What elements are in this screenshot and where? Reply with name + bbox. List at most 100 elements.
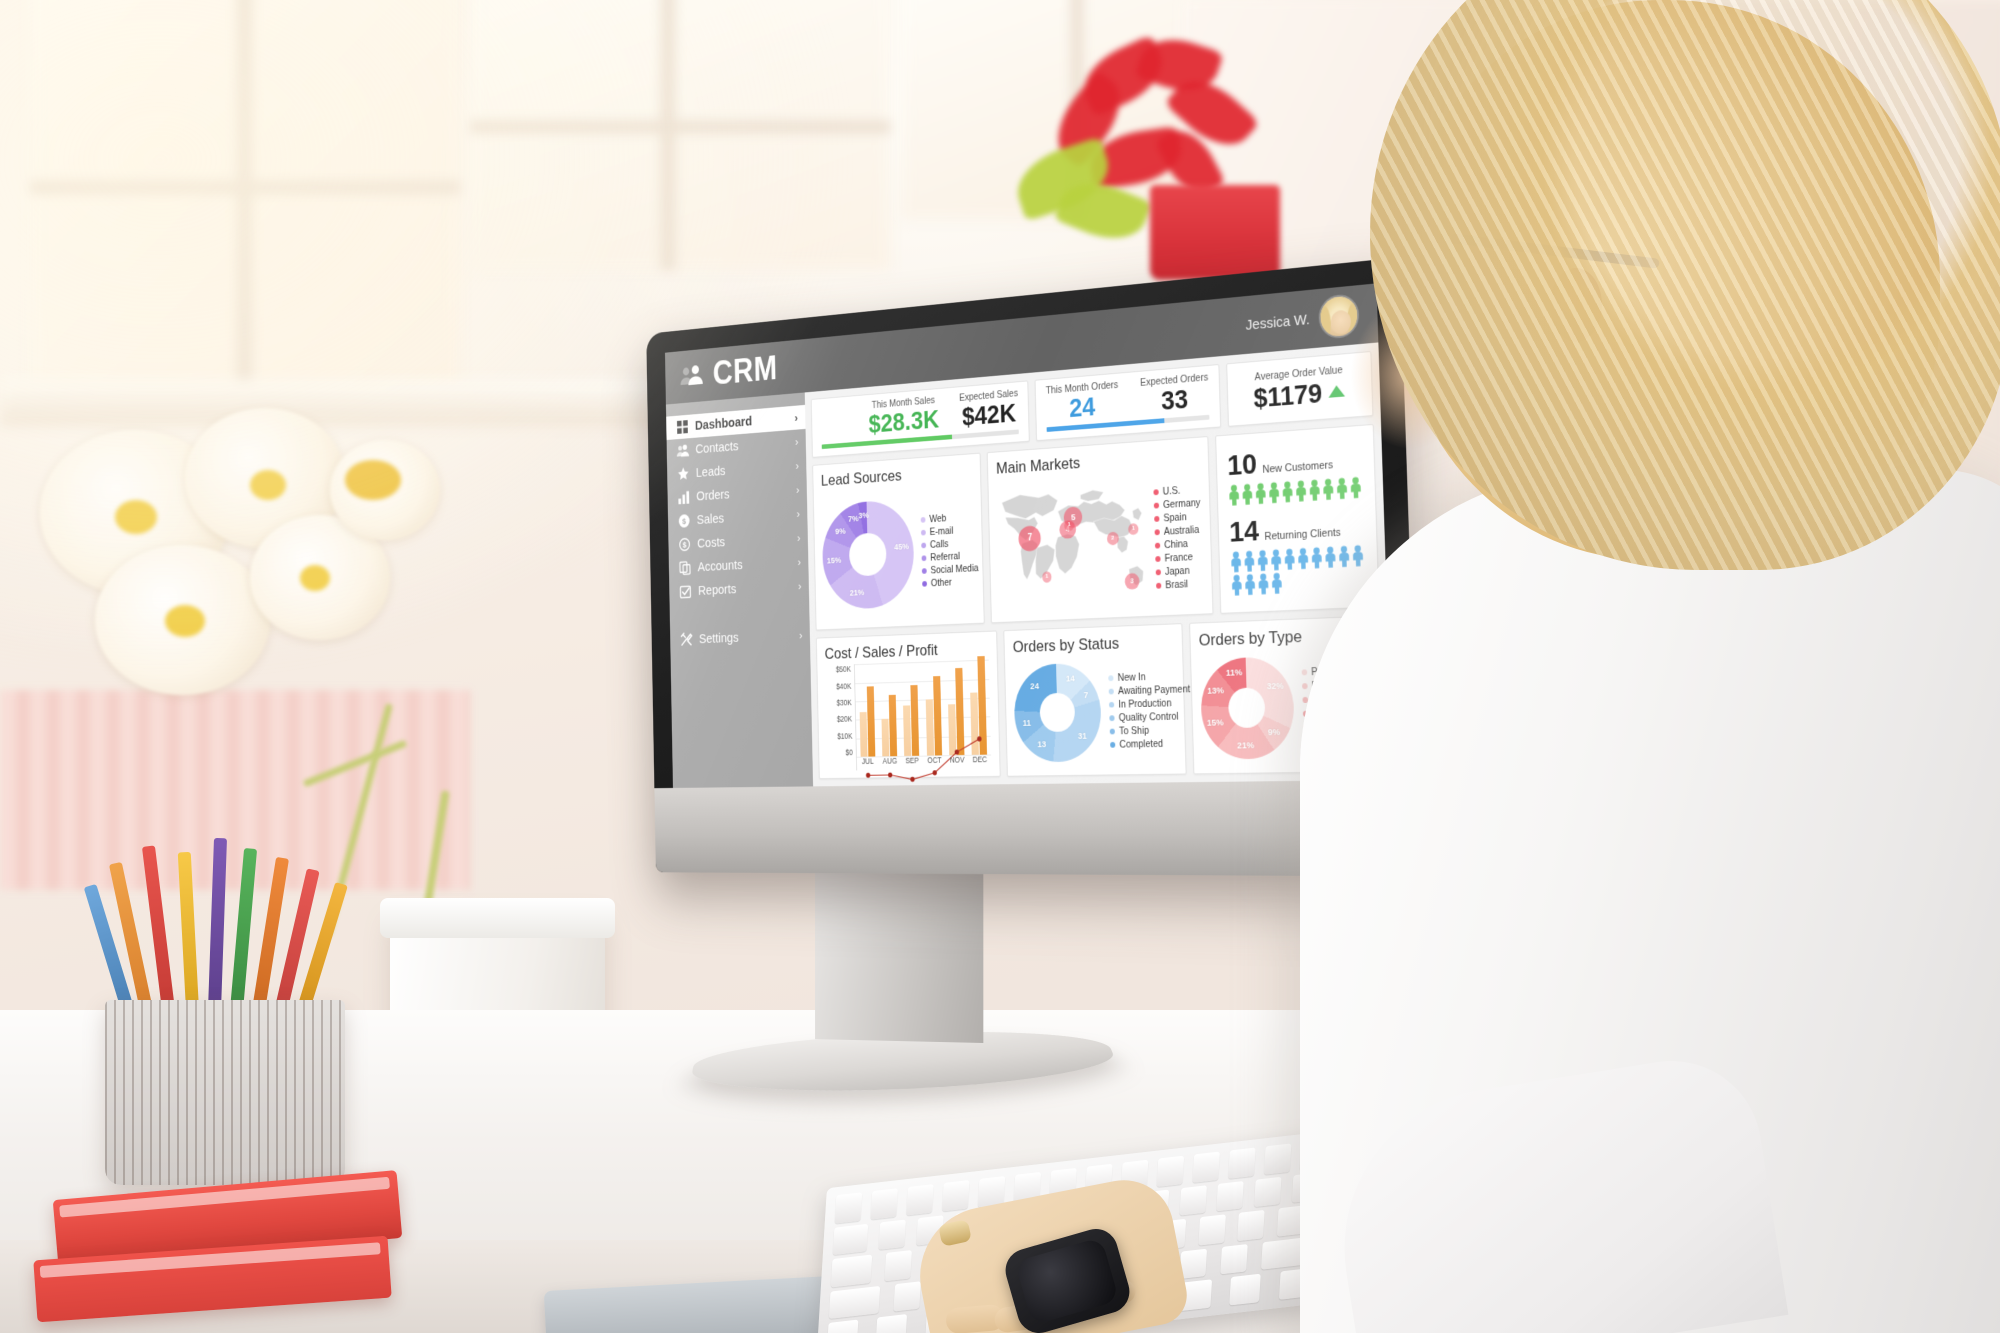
- legend-item[interactable]: Germany: [1153, 497, 1201, 511]
- imac-computer: CRM Jessica W. Dashboard › Contacts › Le…: [480, 255, 1421, 1195]
- slice-label: 31: [1077, 730, 1087, 742]
- map-marker[interactable]: 1: [1064, 519, 1075, 532]
- window-mullion: [236, 0, 253, 400]
- radiator: [0, 690, 470, 890]
- legend-item[interactable]: Social Media: [921, 562, 979, 576]
- legend-item[interactable]: Japan: [1155, 564, 1202, 578]
- cost-sales-profit-panel: Cost / Sales / Profit $50K $40K $30K $20K $1…: [815, 630, 1001, 779]
- legend-color-dot: [1154, 542, 1160, 549]
- returning-clients-pictograph: [1230, 545, 1367, 597]
- person-icon: [1297, 548, 1309, 570]
- legend-label: France: [1164, 551, 1193, 564]
- copy-icon: [679, 560, 691, 576]
- lead-sources-donut[interactable]: 45% 21% 15% 9% 7% 3%: [821, 498, 915, 610]
- map-marker[interactable]: 1: [1041, 571, 1052, 583]
- dollar-circle-icon: $: [678, 537, 690, 553]
- legend-label: Quality Control: [1118, 710, 1179, 724]
- legend-item[interactable]: In Production: [1109, 697, 1191, 711]
- y-tick-label: $30K: [836, 697, 852, 708]
- sidebar-item-label: Dashboard: [694, 413, 753, 434]
- legend-label: Australia: [1163, 523, 1200, 538]
- legend-color-dot: [1153, 488, 1159, 495]
- expected-orders-stat: Expected Orders 33: [1140, 372, 1209, 417]
- avatar[interactable]: [1318, 293, 1360, 340]
- legend-item[interactable]: Australia: [1154, 524, 1201, 538]
- person-icon: [1271, 572, 1283, 595]
- legend-color-dot: [921, 542, 927, 548]
- sidebar-item-label: Sales: [696, 510, 725, 528]
- user-menu[interactable]: Jessica W.: [1245, 293, 1360, 346]
- legend-color-dot: [1154, 528, 1160, 535]
- map-marker[interactable]: 3: [1124, 573, 1140, 590]
- world-map[interactable]: 75432111: [997, 470, 1148, 614]
- person-icon: [1228, 484, 1240, 506]
- legend-item[interactable]: Other: [922, 575, 979, 589]
- legend-item[interactable]: Brasil: [1155, 577, 1203, 591]
- stat-value: 33: [1160, 383, 1189, 416]
- legend-color-dot: [921, 567, 927, 574]
- sidebar-item-label: Costs: [697, 534, 726, 552]
- chevron-right-icon: ›: [794, 434, 799, 449]
- orders-by-type-donut[interactable]: 32% 9% 21% 15% 13% 11%: [1199, 655, 1295, 760]
- legend-item[interactable]: China: [1154, 537, 1202, 551]
- legend-color-dot: [1154, 555, 1161, 562]
- legend-item[interactable]: Web: [920, 511, 978, 525]
- legend-label: E-mail: [929, 524, 954, 538]
- new-customers-pictograph: [1228, 476, 1364, 506]
- legend-item[interactable]: Spain: [1153, 510, 1201, 524]
- window-mullion: [470, 120, 890, 134]
- legend-label: In Production: [1118, 697, 1172, 710]
- legend-label: Completed: [1119, 737, 1164, 751]
- chevron-right-icon: ›: [794, 410, 798, 425]
- legend-item[interactable]: Referral: [921, 549, 978, 563]
- crm-dashboard-app: CRM Jessica W. Dashboard › Contacts › Le…: [664, 283, 1393, 788]
- bar-chart-icon: [678, 490, 690, 506]
- person-icon: [1349, 476, 1362, 499]
- map-marker[interactable]: 1: [1128, 523, 1139, 535]
- app-title: CRM: [712, 349, 778, 393]
- new-customers-block: 10 New Customers: [1227, 442, 1364, 506]
- person-icon: [1322, 478, 1335, 500]
- slice-label: 32%: [1266, 680, 1285, 692]
- x-tick-label: JUL: [861, 756, 874, 766]
- legend-item[interactable]: E-mail: [920, 524, 978, 538]
- person-icon: [1231, 574, 1243, 596]
- window-pane-center: [470, 0, 890, 270]
- chevron-right-icon: ›: [797, 579, 802, 593]
- legend-label: U.S.: [1162, 484, 1181, 498]
- legend-label: China: [1163, 537, 1189, 551]
- legend-label: Spain: [1163, 511, 1187, 524]
- returning-clients-label: Returning Clients: [1264, 527, 1341, 544]
- person-icon: [1254, 482, 1266, 504]
- sales-kpi-card: This Month Sales $28.3K Expected Sales $…: [810, 380, 1030, 458]
- brand[interactable]: CRM: [679, 349, 778, 396]
- person-icon: [1324, 546, 1337, 569]
- legend-item[interactable]: U.S.: [1153, 483, 1200, 497]
- people-icon: [676, 443, 690, 459]
- lead-sources-panel: Lead Sources 45% 21% 15% 9% 7% 3% Web E-mail Ca…: [812, 452, 985, 631]
- y-axis-labels: $50K $40K $30K $20K $10K $0: [825, 664, 853, 770]
- legend-item[interactable]: Quality Control: [1109, 710, 1191, 723]
- legend-color-dot: [1155, 568, 1161, 575]
- legend-item[interactable]: Completed: [1110, 737, 1192, 750]
- pictograph-row: [1231, 568, 1367, 596]
- orders-by-status-donut[interactable]: 14 7 31 13 11 24: [1013, 662, 1103, 763]
- legend-item[interactable]: To Ship: [1109, 724, 1192, 737]
- bar-chart-plot[interactable]: JUL AUG SEP OCT NOV DEC: [853, 656, 992, 771]
- legend-item[interactable]: Awaiting Payment: [1108, 683, 1190, 697]
- chevron-right-icon: ›: [795, 458, 799, 473]
- sidebar-item-settings[interactable]: Settings ›: [670, 623, 810, 653]
- sidebar-nav: Dashboard › Contacts › Leads › Orders › …: [665, 392, 814, 788]
- legend-item[interactable]: Calls: [921, 536, 978, 550]
- chevron-right-icon: ›: [798, 628, 803, 642]
- sidebar-item-label: Orders: [696, 486, 730, 505]
- checked-box-icon: [679, 584, 691, 599]
- legend-item[interactable]: New In: [1108, 670, 1190, 684]
- person-icon: [1244, 574, 1256, 596]
- person-icon: [1230, 551, 1242, 573]
- legend-color-dot: [1108, 674, 1114, 681]
- legend-color-dot: [920, 529, 926, 536]
- legend-item[interactable]: France: [1154, 551, 1202, 565]
- this-month-orders-stat: This Month Orders 24: [1046, 379, 1120, 424]
- legend-color-dot: [1153, 502, 1159, 509]
